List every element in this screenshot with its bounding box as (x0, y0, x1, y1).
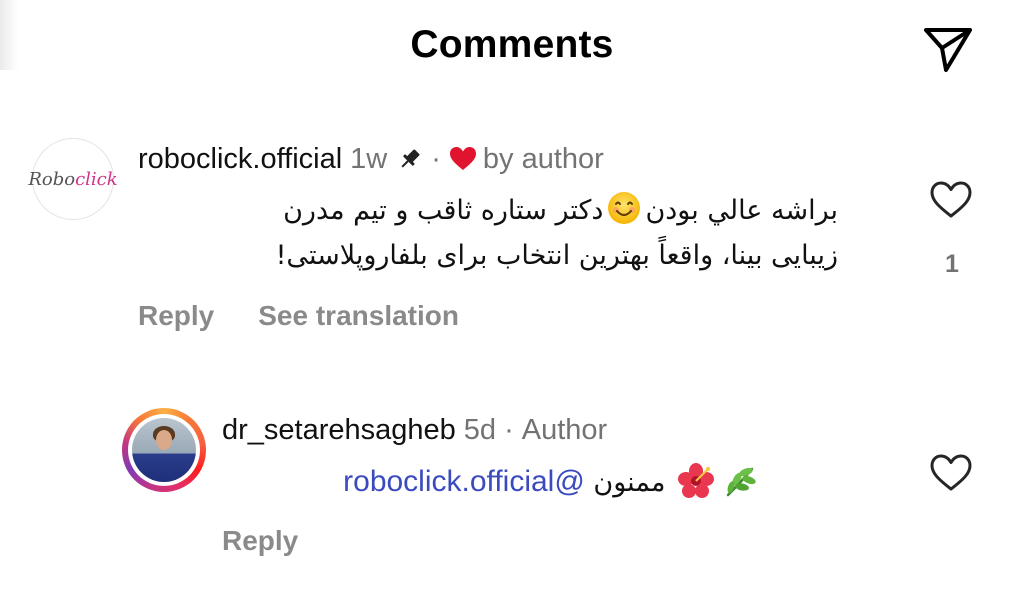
paper-plane-icon (924, 28, 972, 72)
like-count: 1 (945, 250, 959, 278)
comment-body-line: زیبایی بینا، واقعاً بهترین انتخاب برای ب… (275, 240, 838, 271)
author-badge: Author (521, 414, 608, 446)
see-translation-button[interactable]: See translation (258, 300, 459, 332)
mention-link[interactable]: @roboclick.official (343, 465, 585, 498)
comment-text: دکتر ستاره ثاقب و تیم مدرن (283, 195, 604, 226)
comment-username[interactable]: dr_setarehsagheb (222, 413, 456, 447)
heart-outline-icon[interactable] (929, 180, 973, 220)
heart-outline-icon[interactable] (929, 453, 973, 493)
comment-body: براشه عالي بودن دکتر ستاره ثاقب و تیم مد… (138, 188, 838, 278)
avatar-logo-text: Robo (28, 168, 76, 190)
herb-emoji-icon (726, 467, 756, 497)
separator-dot: · (431, 143, 441, 175)
comment-actions: Reply See translation (138, 300, 459, 332)
avatar[interactable] (122, 408, 206, 492)
comment-text: ممنون (593, 467, 666, 498)
comment-meta: dr_setarehsagheb 5d · Author (222, 413, 607, 447)
send-button[interactable] (920, 18, 976, 74)
comment-body: ممنون @roboclick.official (222, 459, 762, 505)
avatar-logo-text-accent: click (75, 168, 118, 190)
comment-time: 5d (463, 414, 497, 446)
author-like-badge: by author (482, 143, 604, 175)
reply-button[interactable]: Reply (138, 300, 214, 332)
avatar-photo (132, 418, 196, 482)
comment-text: براشه عالي بودن (645, 195, 838, 226)
comment-username[interactable]: roboclick.official (138, 142, 342, 176)
comment-meta: roboclick.official 1w · by author (138, 142, 604, 176)
avatar-photo-face (156, 430, 172, 450)
comment-time: 1w (350, 143, 388, 175)
pin-icon (401, 149, 420, 168)
heart-filled-icon (449, 147, 476, 170)
smiling-face-emoji-icon (608, 192, 641, 224)
comment-body-line: براشه عالي بودن دکتر ستاره ثاقب و تیم مد… (138, 188, 838, 233)
comment-actions: Reply (222, 525, 298, 557)
hibiscus-emoji-icon (678, 463, 714, 498)
page-title: Comments (410, 23, 614, 66)
separator-dot: · (504, 414, 514, 446)
reply-button[interactable]: Reply (222, 525, 298, 557)
comment-item: dr_setarehsagheb 5d · Author ممنون @robo… (0, 405, 1024, 575)
avatar[interactable]: Robo click (28, 138, 118, 220)
comment-item: Robo click roboclick.official 1w · by aut… (0, 132, 1024, 342)
